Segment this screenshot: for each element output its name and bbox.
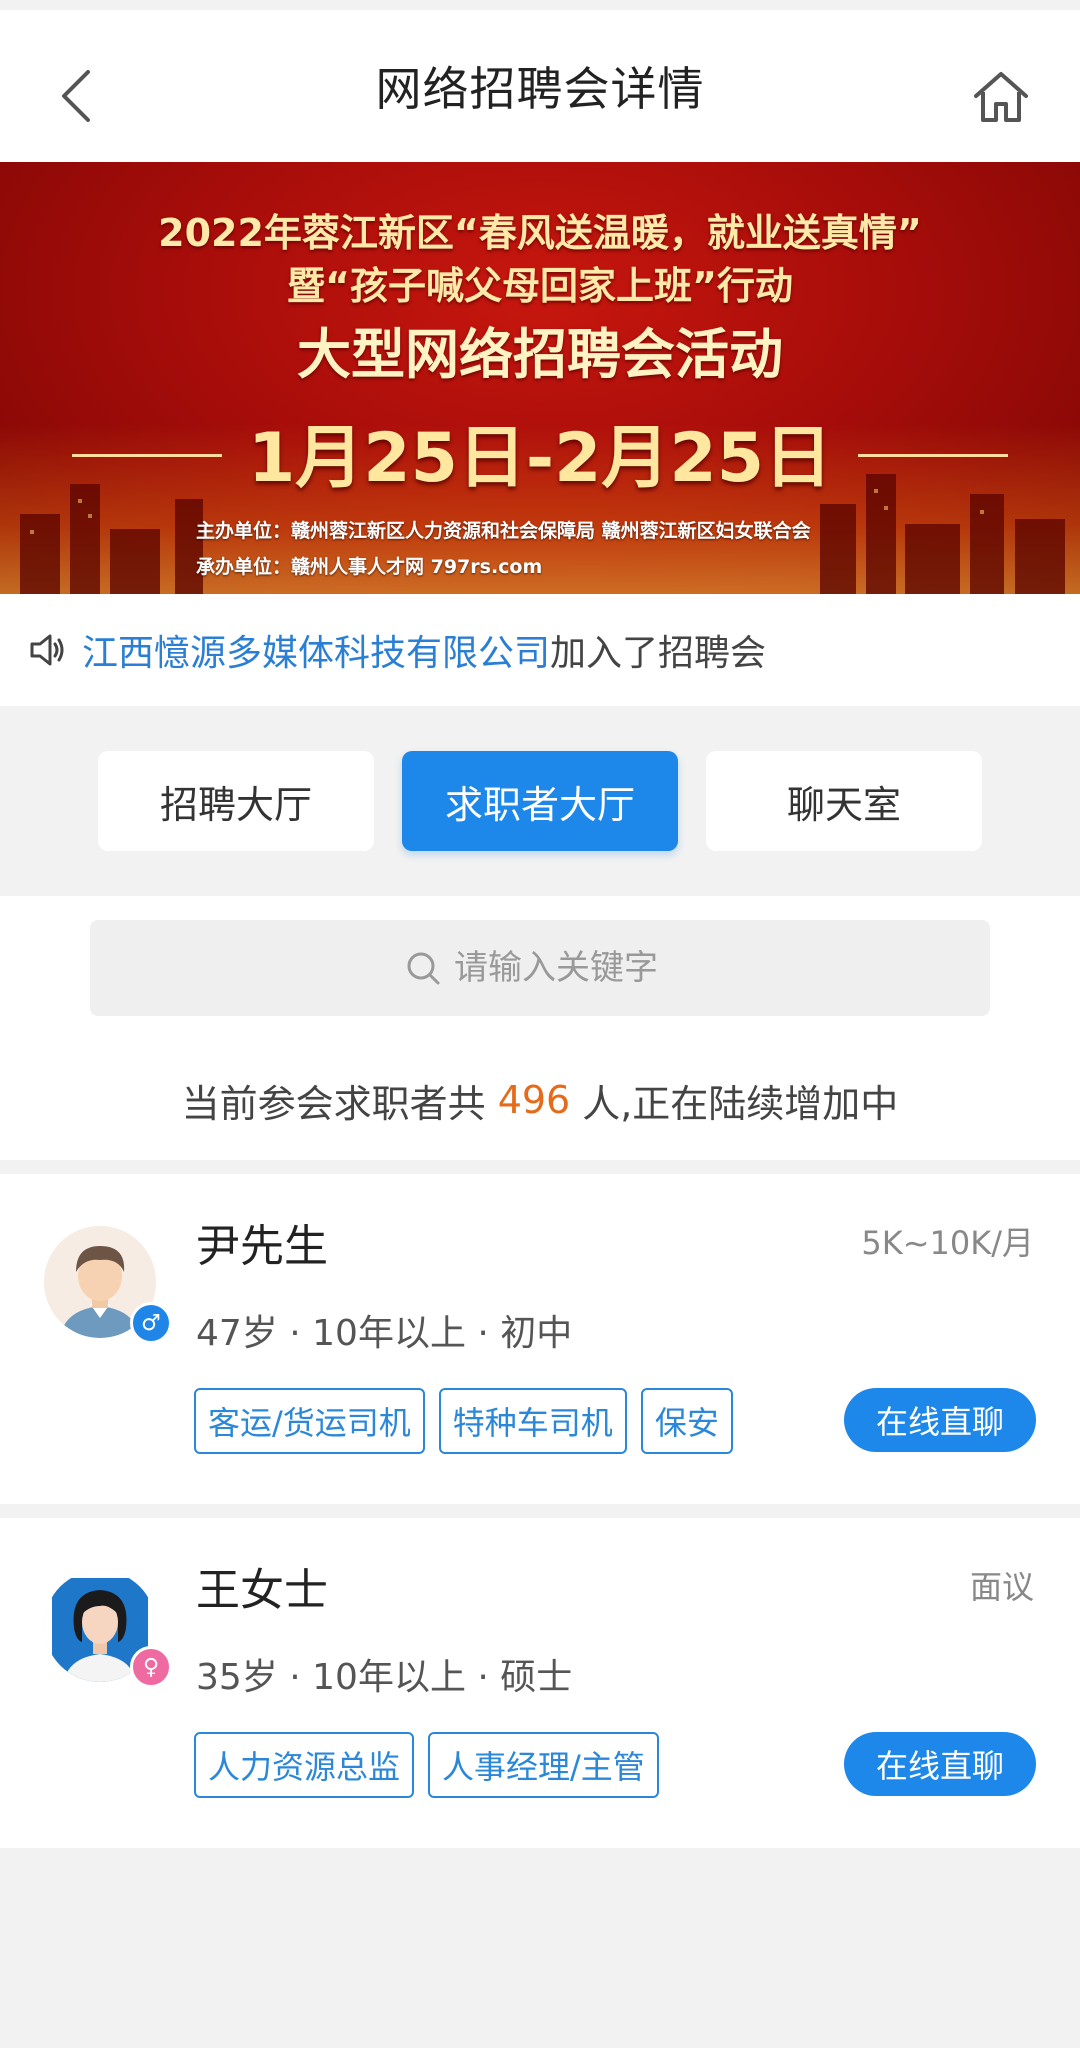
notice-suffix: 加入了招聘会 [550, 633, 767, 674]
divider [0, 1504, 1080, 1518]
candidate-salary: 面议 [969, 1568, 1034, 1606]
join-notice: 江西憶源多媒体科技有限公司 加入了招聘会 [0, 594, 1080, 706]
online-chat-button[interactable]: 在线直聊 [844, 1732, 1036, 1796]
top-strip [0, 0, 1080, 10]
candidate-card[interactable]: ♂ 尹先生 5K~10K/月 47岁 · 10年以上 · 初中 客运/货运司机 … [0, 1174, 1080, 1504]
hall-tabs: 招聘大厅 求职者大厅 聊天室 [0, 706, 1080, 896]
search-bar[interactable] [90, 920, 990, 1016]
candidate-name: 王女士 [196, 1565, 328, 1616]
home-icon[interactable] [970, 66, 1032, 128]
search-input[interactable] [452, 947, 676, 989]
count-suffix: 人,正在陆续增加中 [582, 1081, 899, 1126]
page-title: 网络招聘会详情 [375, 62, 705, 116]
banner-undertaker: 承办单位：赣州人事人才网 797rs.com [196, 556, 543, 578]
job-tag: 人力资源总监 [194, 1732, 415, 1798]
banner-date: 1月25日-2月25日 [247, 419, 833, 498]
tab-chat-room[interactable]: 聊天室 [706, 751, 982, 851]
job-tags: 人力资源总监 人事经理/主管 [194, 1732, 659, 1798]
job-tag: 特种车司机 [438, 1388, 627, 1454]
job-tag: 保安 [640, 1388, 733, 1454]
male-icon: ♂ [130, 1302, 172, 1344]
chevron-left-icon[interactable] [52, 66, 100, 126]
tab-jobseeker-hall[interactable]: 求职者大厅 [402, 751, 678, 851]
participant-count: 当前参会求职者共 496 人,正在陆续增加中 [0, 1040, 1080, 1160]
banner-rule-right [858, 454, 1008, 457]
speaker-icon [30, 634, 64, 666]
candidate-meta: 35岁 · 10年以上 · 硕士 [196, 1657, 573, 1698]
job-tags: 客运/货运司机 特种车司机 保安 [194, 1388, 733, 1454]
job-tag: 客运/货运司机 [194, 1388, 425, 1454]
divider [0, 1160, 1080, 1174]
candidate-card[interactable]: ♀ 王女士 面议 35岁 · 10年以上 · 硕士 人力资源总监 人事经理/主管… [0, 1518, 1080, 1848]
female-icon: ♀ [130, 1646, 172, 1688]
candidate-salary: 5K~10K/月 [861, 1224, 1034, 1262]
count-number: 496 [497, 1078, 571, 1122]
event-banner[interactable]: 2022年蓉江新区“春风送温暖，就业送真情” 暨“孩子喊父母回家上班”行动 大型… [0, 162, 1080, 594]
banner-headline-1: 2022年蓉江新区“春风送温暖，就业送真情” [158, 211, 922, 255]
notice-company-link[interactable]: 江西憶源多媒体科技有限公司 [82, 624, 550, 676]
header: 网络招聘会详情 [0, 10, 1080, 162]
candidate-name: 尹先生 [196, 1221, 328, 1272]
candidate-meta: 47岁 · 10年以上 · 初中 [196, 1313, 573, 1354]
banner-headline-3: 大型网络招聘会活动 [297, 323, 783, 386]
count-prefix: 当前参会求职者共 [181, 1081, 486, 1126]
tab-recruitment-hall[interactable]: 招聘大厅 [98, 751, 374, 851]
job-tag: 人事经理/主管 [428, 1732, 659, 1798]
online-chat-button[interactable]: 在线直聊 [844, 1388, 1036, 1452]
page-bottom [0, 1848, 1080, 2048]
search-icon [407, 952, 440, 985]
search-section [0, 896, 1080, 1040]
banner-organizer: 主办单位：赣州蓉江新区人力资源和社会保障局 赣州蓉江新区妇女联合会 [196, 520, 811, 542]
banner-headline-2: 暨“孩子喊父母回家上班”行动 [287, 264, 793, 308]
